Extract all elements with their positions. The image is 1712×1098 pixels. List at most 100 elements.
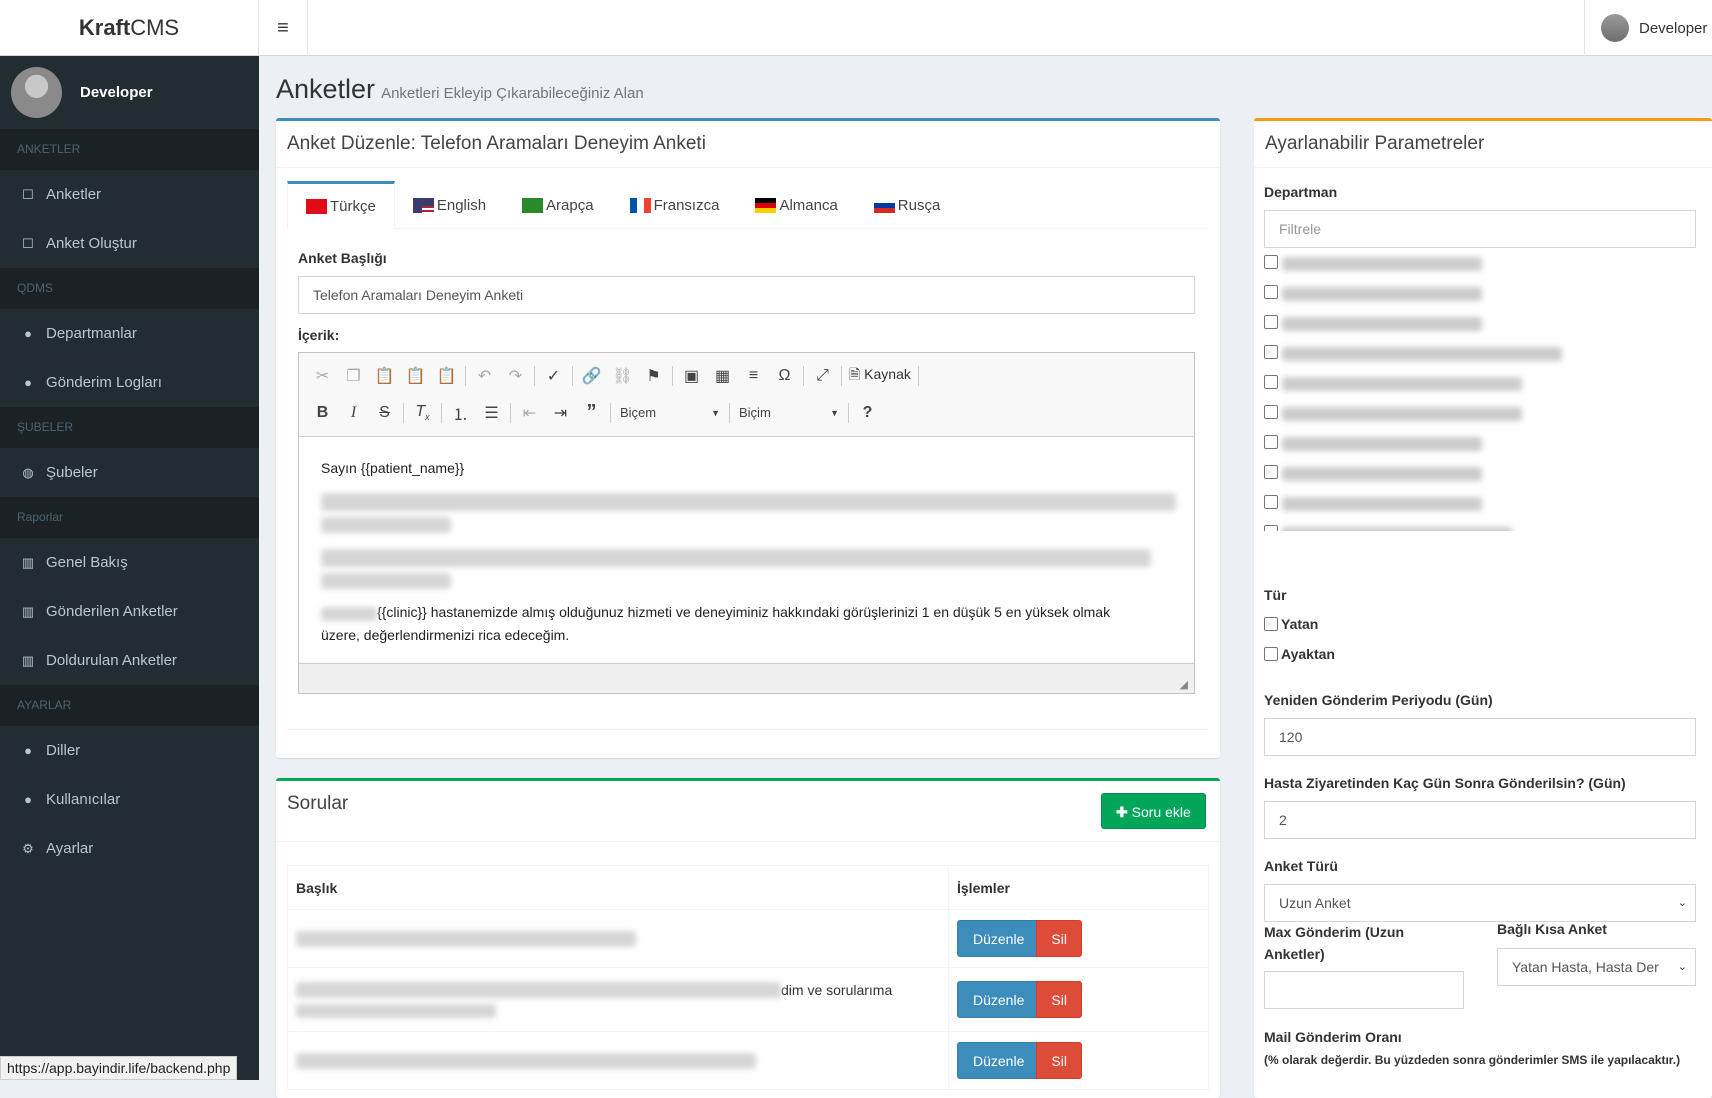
- sidebar-toggle-button[interactable]: ≡: [259, 0, 308, 56]
- question-title-cell: [287, 909, 949, 968]
- italic-icon[interactable]: I: [338, 404, 369, 422]
- spellcheck-icon[interactable]: ✓: [538, 366, 569, 386]
- image-icon[interactable]: ▣: [676, 366, 707, 386]
- type-yatan-checkbox[interactable]: [1264, 617, 1278, 631]
- undo-icon[interactable]: ↶: [469, 366, 500, 386]
- delete-button[interactable]: Sil: [1036, 981, 1082, 1018]
- sidebar-section-qdms: QDMS: [0, 268, 259, 309]
- maximize-icon[interactable]: ⤢: [807, 367, 838, 385]
- questions-box: Sorular ✚ Soru ekle Başlık İşlemler Düze…: [276, 778, 1220, 1098]
- bulleted-list-icon[interactable]: ☰: [476, 403, 507, 423]
- tab-fransizca[interactable]: Fransızca: [612, 181, 738, 229]
- days-after-visit-input[interactable]: 2: [1264, 801, 1696, 839]
- sidebar-item-subeler[interactable]: ◍ Şubeler: [0, 448, 259, 497]
- tab-english[interactable]: English: [395, 181, 504, 229]
- redacted-text: [321, 573, 451, 590]
- table-icon[interactable]: ▦: [707, 366, 738, 386]
- sidebar-item-anketler[interactable]: ☐ Anketler: [0, 170, 259, 219]
- edit-button[interactable]: Düzenle: [957, 920, 1041, 957]
- user-menu[interactable]: Developer: [1584, 0, 1712, 56]
- tab-arapca[interactable]: Arapça: [504, 181, 612, 229]
- survey-type-select[interactable]: Uzun Anket ⌄: [1264, 884, 1696, 922]
- max-send-input[interactable]: [1264, 971, 1464, 1009]
- sidebar-section-anketler: ANKETLER: [0, 129, 259, 170]
- unlink-icon[interactable]: ⛓: [607, 366, 638, 386]
- department-checkbox[interactable]: [1264, 405, 1278, 419]
- resize-handle-icon[interactable]: ◢: [1180, 678, 1188, 691]
- divider: [287, 729, 1209, 730]
- paste-text-icon[interactable]: 📋: [400, 366, 431, 386]
- tab-almanca[interactable]: Almanca: [737, 181, 855, 229]
- linked-short-survey-label: Bağlı Kısa Anket: [1497, 921, 1607, 937]
- edit-button[interactable]: Düzenle: [957, 1042, 1041, 1079]
- strikethrough-icon[interactable]: S: [369, 404, 400, 422]
- source-button[interactable]: 🗎 Kaynak: [845, 364, 915, 388]
- department-checkbox[interactable]: [1264, 435, 1278, 449]
- editor-paragraph: {{clinic}} hastanemizde almış olduğunuz …: [321, 601, 1172, 623]
- actions-cell: Düzenle Sil: [948, 909, 1209, 968]
- copy-icon[interactable]: ❐: [338, 366, 369, 386]
- actions-cell: Düzenle Sil: [948, 1031, 1209, 1090]
- tab-turkce[interactable]: Türkçe: [287, 181, 395, 229]
- department-checkbox[interactable]: [1264, 285, 1278, 299]
- sidebar-item-anket-olustur[interactable]: ☐ Anket Oluştur: [0, 219, 259, 268]
- survey-type-label: Anket Türü: [1264, 858, 1338, 874]
- linked-short-survey-select[interactable]: Yatan Hasta, Hasta Der ⌄: [1497, 948, 1696, 986]
- table-row: dim ve sorularıma Düzenle Sil: [287, 967, 1209, 1032]
- department-checkbox[interactable]: [1264, 255, 1278, 269]
- redo-icon[interactable]: ↷: [500, 366, 531, 386]
- sidebar-item-diller[interactable]: ● Diller: [0, 726, 259, 775]
- horizontal-line-icon[interactable]: ≡: [738, 367, 769, 385]
- link-icon[interactable]: 🔗: [576, 366, 607, 386]
- sidebar-section-ayarlar: AYARLAR: [0, 685, 259, 726]
- col-actions-header: İşlemler: [948, 865, 1209, 910]
- user-icon: ●: [24, 743, 32, 758]
- editor-content-area[interactable]: Sayın {{patient_name}} {{clinic}} hastan…: [299, 436, 1194, 662]
- delete-button[interactable]: Sil: [1036, 920, 1082, 957]
- sidebar-item-departmanlar[interactable]: ● Departmanlar: [0, 309, 259, 358]
- department-checkbox[interactable]: [1264, 465, 1278, 479]
- type-ayaktan-checkbox[interactable]: [1264, 647, 1278, 661]
- paste-icon[interactable]: 📋: [369, 366, 400, 386]
- edit-button[interactable]: Düzenle: [957, 981, 1041, 1018]
- add-question-button[interactable]: ✚ Soru ekle: [1101, 793, 1206, 829]
- tab-rusca[interactable]: Rusça: [856, 181, 959, 229]
- department-checkbox[interactable]: [1264, 525, 1278, 531]
- caret-down-icon: ▼: [830, 407, 839, 418]
- redacted-text: [1282, 257, 1482, 271]
- language-tabs: Türkçe English Arapça Fransızca Almanca …: [287, 181, 1209, 229]
- sidebar-item-gonderim-loglari[interactable]: ● Gönderim Logları: [0, 358, 259, 407]
- parameters-box: Ayarlanabilir Parametreler Departman Fil…: [1254, 118, 1712, 1098]
- department-checkbox[interactable]: [1264, 315, 1278, 329]
- special-char-icon[interactable]: Ω: [769, 367, 800, 385]
- page-title: Anketler Anketleri Ekleyip Çıkarabileceği…: [276, 74, 644, 104]
- app-logo[interactable]: KraftCMS: [0, 0, 259, 56]
- cut-icon[interactable]: ✂: [307, 366, 338, 386]
- anchor-flag-icon[interactable]: ⚑: [638, 366, 669, 386]
- indent-icon[interactable]: ⇥: [545, 403, 576, 423]
- toolbar-separator: [441, 402, 442, 423]
- redacted-text: [1282, 467, 1482, 481]
- department-checkbox[interactable]: [1264, 375, 1278, 389]
- sidebar-item-doldurulan-anketler[interactable]: ▥ Doldurulan Anketler: [0, 636, 259, 685]
- style-select[interactable]: Biçem ▼: [620, 405, 720, 420]
- department-checkbox[interactable]: [1264, 495, 1278, 509]
- department-checkbox[interactable]: [1264, 345, 1278, 359]
- format-select[interactable]: Biçim ▼: [739, 405, 839, 420]
- sidebar-item-gonderilen-anketler[interactable]: ▥ Gönderilen Anketler: [0, 587, 259, 636]
- blockquote-icon[interactable]: ”: [576, 401, 607, 424]
- outdent-icon[interactable]: ⇤: [514, 403, 545, 423]
- help-icon[interactable]: ?: [852, 404, 883, 422]
- numbered-list-icon[interactable]: ⒈: [445, 401, 476, 425]
- sidebar-item-ayarlar[interactable]: ⚙ Ayarlar: [0, 824, 259, 873]
- sidebar-item-kullanicilar[interactable]: ● Kullanıcılar: [0, 775, 259, 824]
- sidebar-item-genel-bakis[interactable]: ▥ Genel Bakış: [0, 538, 259, 587]
- resend-period-input[interactable]: 120: [1264, 718, 1696, 756]
- toolbar-separator: [510, 402, 511, 423]
- survey-title-input[interactable]: Telefon Aramaları Deneyim Anketi: [298, 276, 1195, 314]
- bold-icon[interactable]: B: [307, 404, 338, 422]
- department-filter-input[interactable]: Filtrele: [1264, 210, 1696, 248]
- paste-word-icon[interactable]: 📋: [431, 366, 462, 386]
- delete-button[interactable]: Sil: [1036, 1042, 1082, 1079]
- remove-format-icon[interactable]: Tx: [407, 403, 438, 422]
